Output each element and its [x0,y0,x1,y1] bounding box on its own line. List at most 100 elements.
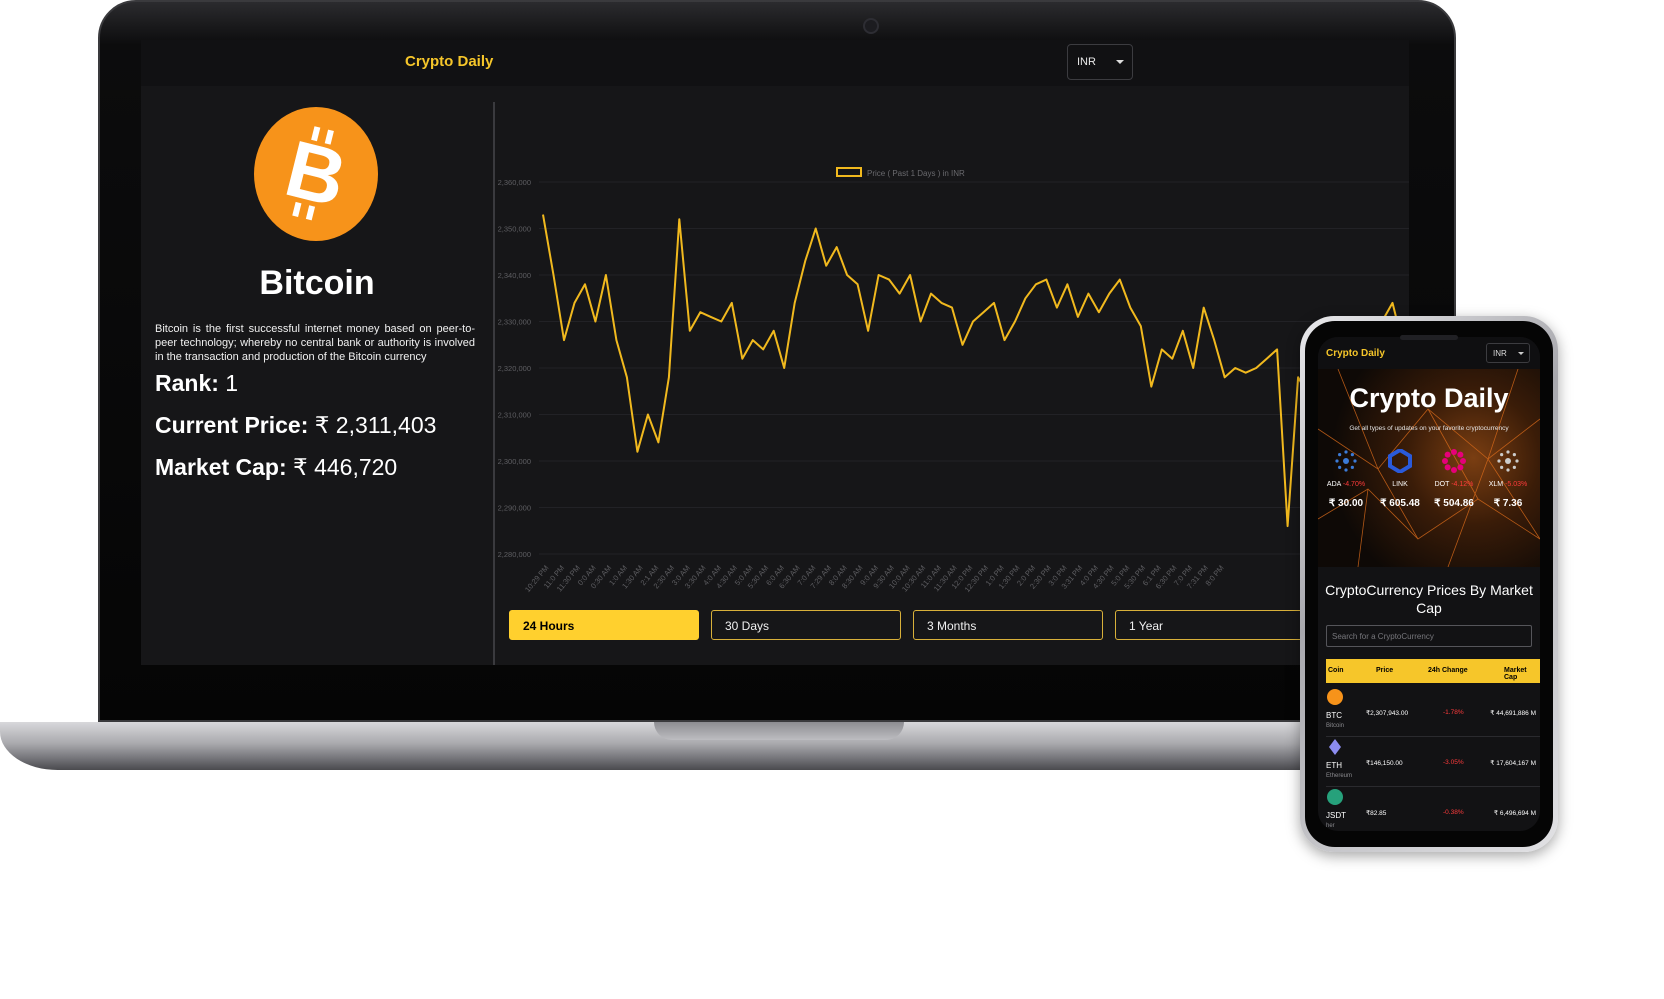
app-header: Crypto Daily INR [141,40,1409,86]
brand-logo[interactable]: Crypto Daily [405,53,493,70]
row-change: -0.38% [1443,809,1464,816]
hero-coin-change: -4.12% [1451,481,1474,488]
polkadot-icon [1442,449,1466,473]
hero-coin-ticker: LINK [1392,481,1408,488]
chainlink-icon [1388,449,1412,473]
row-mcap: ₹ 6,496,694 M [1493,810,1536,817]
y-tick-label: 2,290,000 [498,504,531,513]
y-tick-label: 2,320,000 [498,364,531,373]
search-input[interactable]: Search for a CryptoCurrency [1326,625,1532,647]
header-change[interactable]: 24h Change [1428,667,1468,674]
hero-subtitle: Get all types of updates on your favorit… [1349,425,1509,432]
price-value: ₹ 2,311,403 [314,412,437,438]
ethereum-icon [1329,739,1341,755]
mcap-label: Market Cap: [155,454,287,480]
row-price: ₹146,150.00 [1366,760,1403,767]
table-row[interactable]: JSDT her ₹82.85 -0.38% ₹ 6,496,694 M [1326,787,1540,831]
row-price: ₹2,307,943.00 [1366,710,1409,717]
hero-coin-xlm[interactable]: XLM -5.03% ₹ 7.36 [1482,449,1534,509]
hero-coin-price: ₹ 30.00 [1328,498,1364,509]
range-button-1[interactable]: 30 Days [711,610,901,640]
mobile-currency-select[interactable]: INR [1486,343,1530,363]
y-tick-label: 2,360,000 [498,178,531,187]
mcap-value: ₹ 446,720 [293,454,398,480]
mobile-brand-logo[interactable]: Crypto Daily [1326,348,1385,359]
y-tick-label: 2,340,000 [498,271,531,280]
range-button-3[interactable]: 1 Year [1115,610,1305,640]
header-price[interactable]: Price [1376,667,1393,674]
phone-frame: Crypto Daily INR Crypto Daily Get all ty… [1300,316,1558,852]
row-price: ₹82.85 [1366,810,1387,817]
hero-coin-change: -4.70% [1342,481,1366,488]
y-tick-label: 2,300,000 [498,457,531,466]
hero-coin-ada[interactable]: ADA -4.70% ₹ 30.00 [1320,449,1372,509]
row-change: -3.05% [1443,759,1464,766]
hero-coin-dot[interactable]: DOT -4.12% ₹ 504.86 [1428,449,1480,509]
desktop-app-screen: Crypto Daily INR B Bitcoin Bitcoin is th… [141,40,1409,665]
row-name: her [1326,823,1335,829]
cardano-icon [1335,450,1357,472]
mcap-stat: Market Cap: ₹ 446,720 [155,454,397,481]
currency-select-value: INR [1077,56,1096,68]
legend-swatch[interactable] [836,167,862,177]
coin-name: Bitcoin [259,264,375,302]
tether-icon [1327,789,1343,805]
rank-stat: Rank: 1 [155,370,238,397]
phone-speaker [1400,335,1458,340]
bitcoin-icon: B [254,107,378,241]
rank-value: 1 [225,370,239,396]
row-mcap: ₹ 44,691,886 M [1490,710,1536,717]
table-row[interactable]: BTC Bitcoin ₹2,307,943.00 -1.78% ₹ 44,691,88… [1326,687,1540,737]
table-header: Coin Price 24h Change Market Cap [1326,659,1540,683]
row-name: Bitcoin [1326,723,1345,729]
price-label: Current Price: [155,412,309,438]
hero-coin-symbol: DOT -4.12% [1428,481,1480,488]
hero-coin-change: -5.03% [1505,481,1528,488]
header-coin[interactable]: Coin [1328,667,1344,674]
coin-description: Bitcoin is the first successful internet… [155,323,475,363]
hero-coin-price: ₹ 504.86 [1434,498,1474,509]
row-mcap: ₹ 17,604,167 M [1490,760,1536,767]
hero-coin-symbol: XLM -5.03% [1482,481,1534,488]
hero-coin-ticker: DOT [1434,481,1450,488]
chevron-down-icon [1518,352,1524,355]
hero-coin-symbol: ADA -4.70% [1320,481,1372,488]
section-title: CryptoCurrency Prices By Market Cap [1325,582,1533,616]
price-chart: Price ( Past 1 Days ) in INR 2,280,000 2,2… [498,167,1409,594]
hero-coin-price: ₹ 605.48 [1380,498,1420,509]
row-ticker: ETH [1326,761,1342,770]
bitcoin-icon [1327,689,1343,705]
row-ticker: BTC [1326,711,1342,720]
series-line[interactable] [542,214,1404,528]
y-tick-label: 2,280,000 [498,550,531,559]
hero-banner: Crypto Daily Get all types of updates on… [1318,369,1540,567]
range-button-0[interactable]: 24 Hours [509,610,699,640]
mobile-header: Crypto Daily INR [1318,337,1540,369]
hero-coin-ticker: XLM [1488,481,1504,488]
camera-dot [863,18,879,34]
hero-coin-symbol: LINK [1374,481,1426,488]
y-tick-label: 2,350,000 [498,225,531,234]
table-row[interactable]: ETH Ethereum ₹146,150.00 -3.05% ₹ 17,604,167… [1326,737,1540,787]
hero-coin-price: ₹ 7.36 [1493,498,1523,509]
chevron-down-icon [1116,60,1124,64]
hero-title: Crypto Daily [1349,383,1509,413]
y-tick-label: 2,310,000 [498,411,531,420]
row-change: -1.78% [1443,709,1464,716]
hero-coin-link[interactable]: LINK ₹ 605.48 [1374,449,1426,509]
laptop-opening-notch [654,722,904,740]
range-button-2[interactable]: 3 Months [913,610,1103,640]
phone-bezel: Crypto Daily INR Crypto Daily Get all ty… [1305,321,1553,847]
row-ticker: JSDT [1326,811,1346,820]
legend-label: Price ( Past 1 Days ) in INR [867,169,965,178]
mobile-app-screen: Crypto Daily INR Crypto Daily Get all ty… [1318,337,1540,831]
currency-select[interactable]: INR [1067,44,1133,80]
row-name: Ethereum [1326,773,1353,779]
header-market-cap[interactable]: Market Cap [1504,667,1540,681]
mobile-currency-value: INR [1493,349,1507,358]
hero-coin-ticker: ADA [1326,481,1341,488]
price-stat: Current Price: ₹ 2,311,403 [155,412,436,439]
rank-label: Rank: [155,370,219,396]
stellar-icon [1497,450,1519,472]
y-tick-label: 2,330,000 [498,318,531,327]
